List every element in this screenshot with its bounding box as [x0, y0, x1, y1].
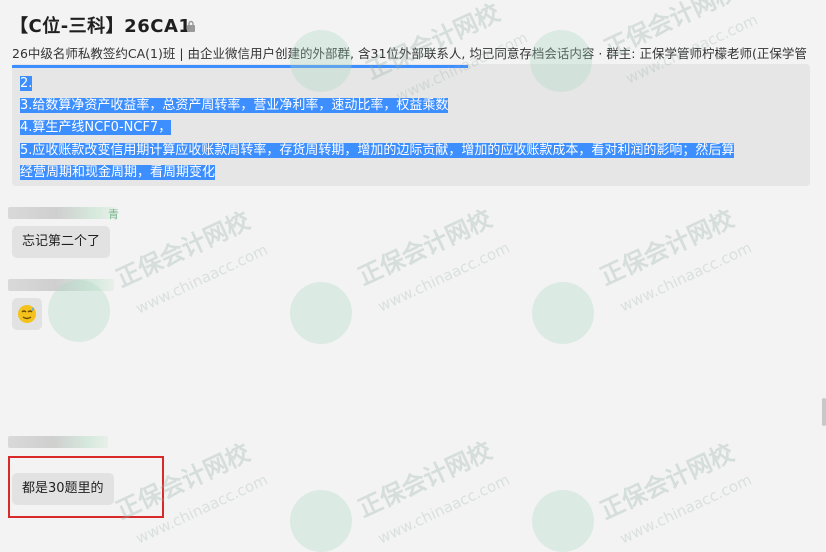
- watermark-text: 正保会计网校: [353, 204, 497, 291]
- watermark-logo: [532, 282, 594, 344]
- message-bubble[interactable]: [12, 298, 42, 330]
- watermark-url: www.chinaacc.com: [616, 238, 755, 316]
- watermark-url: www.chinaacc.com: [374, 238, 513, 316]
- group-title[interactable]: 【C位-三科】26CA1: [10, 12, 191, 38]
- chat-header: 【C位-三科】26CA1 26中级名师私教签约CA(1)班 | 由企业微信用户创…: [0, 0, 826, 64]
- quote-line: 4.算生产线NCF0-NCF7，: [20, 120, 172, 135]
- watermark-url: www.chinaacc.com: [616, 470, 755, 548]
- group-description: 26中级名师私教签约CA(1)班 | 由企业微信用户创建的外部群, 含31位外部…: [12, 46, 807, 61]
- quoted-message[interactable]: 2. 3.给数算净资产收益率，总资产周转率，营业净利率，速动比率，权益乘数 4.…: [12, 64, 810, 186]
- watermark-url: www.chinaacc.com: [374, 470, 513, 548]
- selection-fragment: [12, 65, 468, 68]
- watermark-text: 正保会计网校: [595, 204, 739, 291]
- watermark-text: 正保会计网校: [595, 438, 739, 525]
- watermark-text: 正保会计网校: [353, 436, 497, 523]
- quote-line: 3.给数算净资产收益率，总资产周转率，营业净利率，速动比率，权益乘数: [20, 98, 449, 113]
- sender-name-blurred: [8, 279, 114, 291]
- quote-line: 2.: [20, 76, 33, 91]
- lock-icon: [187, 20, 195, 32]
- watermark-logo: [290, 490, 352, 552]
- watermark-url: www.chinaacc.com: [132, 240, 271, 318]
- sender-name-blurred: [8, 207, 116, 219]
- scrollbar[interactable]: [822, 398, 826, 426]
- watermark-logo: [290, 282, 352, 344]
- sender-name-blurred: [8, 436, 108, 448]
- message-bubble[interactable]: 忘记第二个了: [12, 226, 111, 258]
- sender-name-tail: 青: [108, 208, 119, 221]
- highlight-box: [8, 456, 164, 518]
- emoji-sweat-icon: [18, 305, 36, 323]
- quote-line: 经营周期和现金周期，看周期变化: [20, 165, 216, 180]
- watermark-text: 正保会计网校: [111, 206, 255, 293]
- quote-line: 5.应收账款改变信用期计算应收账款周转率，存货周转期，增加的边际贡献，增加的应收…: [20, 143, 735, 158]
- watermark-logo: [532, 490, 594, 552]
